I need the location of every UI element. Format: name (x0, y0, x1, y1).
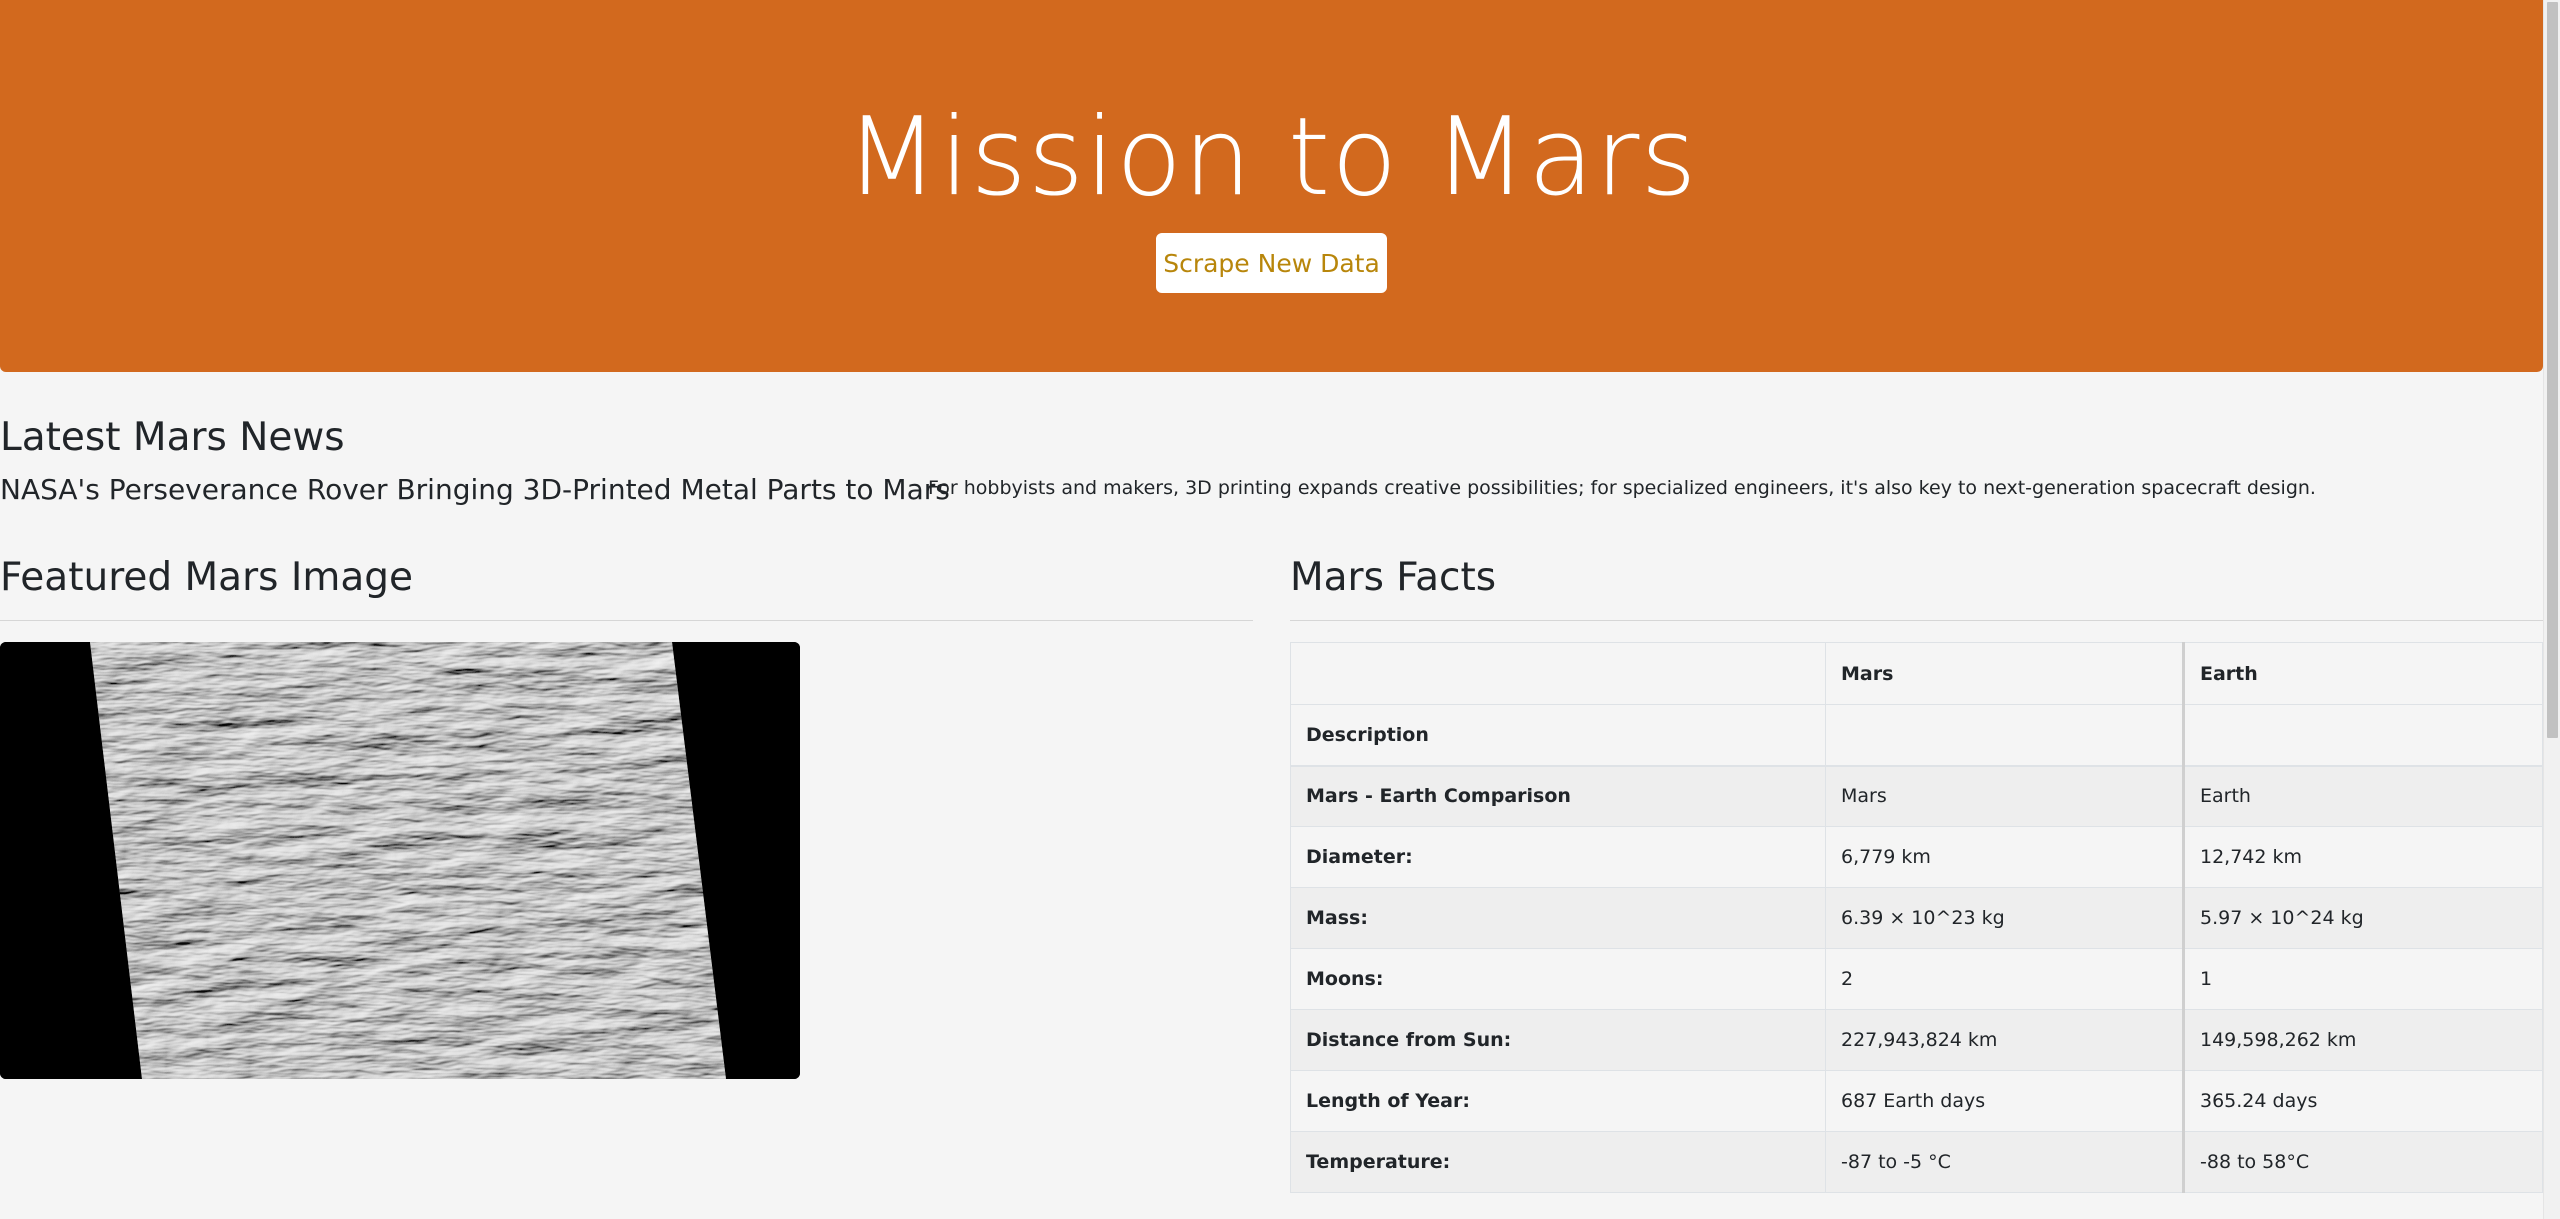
scrape-new-data-button[interactable]: Scrape New Data (1156, 233, 1387, 293)
header-jumbotron: Mission to Mars Scrape New Data (0, 0, 2543, 372)
mars-value: 6,779 km (1825, 826, 2184, 888)
news-heading: Latest Mars News (0, 415, 345, 460)
table-row: Mars - Earth Comparison Mars Earth (1290, 765, 2543, 827)
featured-divider (0, 620, 1253, 621)
row-label: Moons: (1290, 948, 1826, 1010)
mars-value: 6.39 × 10^23 kg (1825, 887, 2184, 949)
row-label: Length of Year: (1290, 1070, 1826, 1132)
earth-value: Earth (2182, 765, 2543, 827)
mars-value: 2 (1825, 948, 2184, 1010)
table-row: Distance from Sun: 227,943,824 km 149,59… (1290, 1009, 2543, 1071)
mars-value: -87 to -5 °C (1825, 1131, 2184, 1193)
scrollbar-thumb[interactable] (2547, 2, 2558, 738)
row-label: Distance from Sun: (1290, 1009, 1826, 1071)
facts-divider (1290, 620, 2543, 621)
earth-value: 12,742 km (2182, 826, 2543, 888)
table-header-cell (1825, 704, 2184, 767)
table-header-cell: Earth (2182, 642, 2543, 705)
earth-value: 365.24 days (2182, 1070, 2543, 1132)
table-row: Moons: 2 1 (1290, 948, 2543, 1010)
earth-value: 149,598,262 km (2182, 1009, 2543, 1071)
mars-facts-table: Mars Earth Description Mars - Earth Comp… (1290, 642, 2543, 1193)
table-header-row: Mars Earth (1290, 642, 2543, 705)
featured-image-heading: Featured Mars Image (0, 555, 413, 600)
featured-mars-image (0, 642, 800, 1079)
row-label: Mars - Earth Comparison (1290, 765, 1826, 827)
table-index-row: Description (1290, 704, 2543, 767)
page-title: Mission to Mars (845, 95, 1698, 220)
row-label: Temperature: (1290, 1131, 1826, 1193)
table-header-cell: Mars (1825, 642, 2184, 705)
table-index-label: Description (1290, 704, 1826, 767)
earth-value: 1 (2182, 948, 2543, 1010)
row-label: Diameter: (1290, 826, 1826, 888)
mars-value: 227,943,824 km (1825, 1009, 2184, 1071)
earth-value: 5.97 × 10^24 kg (2182, 887, 2543, 949)
table-row: Length of Year: 687 Earth days 365.24 da… (1290, 1070, 2543, 1132)
table-row: Temperature: -87 to -5 °C -88 to 58°C (1290, 1131, 2543, 1193)
mars-value: Mars (1825, 765, 2184, 827)
table-row: Diameter: 6,779 km 12,742 km (1290, 826, 2543, 888)
vertical-scrollbar[interactable] (2543, 0, 2560, 1219)
mars-facts-heading: Mars Facts (1290, 555, 1497, 600)
news-title: NASA's Perseverance Rover Bringing 3D-Pr… (0, 473, 950, 506)
mars-value: 687 Earth days (1825, 1070, 2184, 1132)
table-row: Mass: 6.39 × 10^23 kg 5.97 × 10^24 kg (1290, 887, 2543, 949)
row-label: Mass: (1290, 887, 1826, 949)
earth-value: -88 to 58°C (2182, 1131, 2543, 1193)
table-header-cell (1290, 642, 1826, 705)
page: Mission to Mars Scrape New Data Latest M… (0, 0, 2560, 1219)
news-teaser: For hobbyists and makers, 3D printing ex… (928, 477, 2316, 499)
table-header-cell (2182, 704, 2543, 767)
